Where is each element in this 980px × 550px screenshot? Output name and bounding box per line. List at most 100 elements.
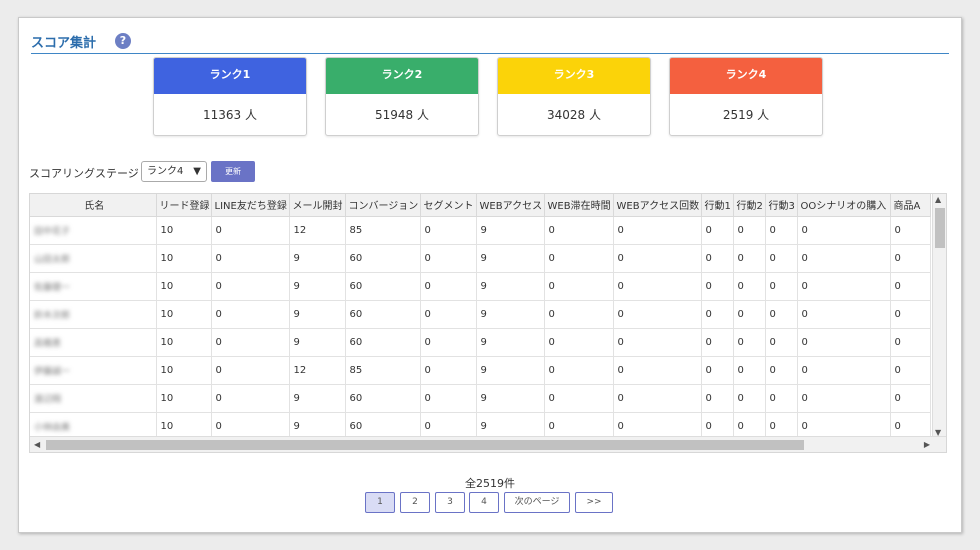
column-header[interactable]: OOシナリオの購入 (797, 194, 891, 217)
score-cell: 0 (613, 244, 702, 273)
column-header[interactable]: コンバージョン (345, 194, 421, 217)
table-row[interactable]: 渡辺翔 10 0 9 60 0 9 0 0 0 0 0 0 0 (30, 384, 931, 413)
score-cell: 12 (289, 356, 346, 385)
customer-name-cell: 伊藤誠一 (30, 356, 157, 385)
column-header[interactable]: 商品A (890, 194, 931, 217)
score-cell: 10 (156, 356, 212, 385)
score-cell: 9 (476, 384, 545, 413)
rank-card-1: ランク1 11363 人 (153, 57, 307, 136)
score-cell: 0 (544, 244, 614, 273)
vertical-scrollbar[interactable]: ▲ ▼ (932, 194, 946, 438)
scroll-left-icon[interactable]: ◀ (34, 440, 40, 449)
score-cell: 0 (544, 216, 614, 245)
score-cell: 9 (289, 272, 346, 301)
score-cell: 60 (345, 328, 421, 357)
score-cell: 0 (701, 384, 734, 413)
score-cell: 0 (613, 300, 702, 329)
score-cell: 0 (420, 384, 477, 413)
score-cell: 10 (156, 272, 212, 301)
next-page-button[interactable]: 次のページ (504, 492, 570, 513)
help-icon[interactable]: ? (115, 33, 131, 49)
chevron-down-icon: ▼ (193, 166, 201, 177)
score-cell: 9 (476, 300, 545, 329)
rank-card-value: 11363 人 (203, 108, 257, 122)
page-button-4[interactable]: 4 (469, 492, 499, 513)
score-cell: 0 (733, 300, 766, 329)
customer-name-cell: 山田太郎 (30, 244, 157, 273)
score-cell: 0 (211, 384, 290, 413)
score-cell: 0 (733, 384, 766, 413)
column-header[interactable]: WEB滞在時間 (544, 194, 614, 217)
score-cell: 0 (890, 328, 931, 357)
rank-card-header: ランク1 (154, 58, 306, 94)
table-row[interactable]: 高橋恵 10 0 9 60 0 9 0 0 0 0 0 0 0 (30, 328, 931, 357)
horizontal-scroll-thumb[interactable] (46, 440, 804, 450)
column-header[interactable]: WEBアクセス回数 (613, 194, 702, 217)
update-button[interactable]: 更新 (211, 161, 255, 182)
score-cell: 0 (890, 384, 931, 413)
score-cell: 0 (211, 356, 290, 385)
score-cell: 0 (544, 384, 614, 413)
rank-card-header: ランク3 (498, 58, 650, 94)
column-header[interactable]: 氏名 (30, 194, 157, 217)
score-cell: 60 (345, 300, 421, 329)
score-cell: 0 (211, 216, 290, 245)
score-cell: 10 (156, 300, 212, 329)
score-cell: 0 (890, 216, 931, 245)
scoring-stage-selected: ランク4 (147, 166, 184, 177)
rank-card-value: 51948 人 (375, 108, 429, 122)
column-header[interactable]: LINE友だち登録 (211, 194, 290, 217)
table-row[interactable]: 佐藤健一 10 0 9 60 0 9 0 0 0 0 0 0 0 (30, 272, 931, 301)
page-button-2[interactable]: 2 (400, 492, 430, 513)
score-cell: 0 (211, 328, 290, 357)
score-cell: 0 (613, 328, 702, 357)
score-cell: 0 (733, 328, 766, 357)
column-header[interactable]: 行動3 (765, 194, 798, 217)
scroll-right-icon[interactable]: ▶ (924, 440, 930, 449)
column-header[interactable]: 行動2 (733, 194, 766, 217)
table-row[interactable]: 田中花子 10 0 12 85 0 9 0 0 0 0 0 0 0 (30, 216, 931, 245)
page-button-3[interactable]: 3 (435, 492, 465, 513)
score-cell: 60 (345, 384, 421, 413)
table-row[interactable]: 伊藤誠一 10 0 12 85 0 9 0 0 0 0 0 0 0 (30, 356, 931, 385)
score-cell: 10 (156, 244, 212, 273)
scoring-stage-select[interactable]: ランク4 ▼ (141, 161, 207, 182)
horizontal-scrollbar[interactable]: ◀ ▶ (30, 436, 946, 452)
score-cell: 0 (765, 384, 798, 413)
score-cell: 60 (345, 272, 421, 301)
score-cell: 0 (765, 356, 798, 385)
scoring-stage-label: スコアリングステージ (29, 167, 139, 180)
score-cell: 10 (156, 216, 212, 245)
score-cell: 0 (765, 300, 798, 329)
score-cell: 0 (701, 216, 734, 245)
score-cell: 0 (420, 272, 477, 301)
score-cell: 0 (613, 356, 702, 385)
score-cell: 0 (797, 244, 891, 273)
column-header[interactable]: メール開封 (289, 194, 346, 217)
table-row[interactable]: 山田太郎 10 0 9 60 0 9 0 0 0 0 0 0 0 (30, 244, 931, 273)
page-button-1[interactable]: 1 (365, 492, 395, 513)
customer-name-cell: 高橋恵 (30, 328, 157, 357)
score-cell: 0 (733, 272, 766, 301)
scroll-up-icon[interactable]: ▲ (935, 195, 941, 204)
score-cell: 9 (289, 384, 346, 413)
column-header[interactable]: 行動1 (701, 194, 734, 217)
rank-card-4: ランク4 2519 人 (669, 57, 823, 136)
column-header[interactable]: リード登録 (156, 194, 212, 217)
score-cell: 0 (797, 384, 891, 413)
column-header[interactable]: セグメント (420, 194, 477, 217)
table-header-row: 氏名 リード登録 LINE友だち登録 メール開封 コンバージョン セグメント WEBアクセス… (30, 194, 931, 217)
rank-card-value: 34028 人 (547, 108, 601, 122)
rank-card-header: ランク4 (670, 58, 822, 94)
column-header[interactable]: WEBアクセス (476, 194, 545, 217)
score-cell: 0 (613, 272, 702, 301)
score-cell: 0 (733, 216, 766, 245)
score-cell: 0 (701, 244, 734, 273)
table-row[interactable]: 鈴木次郎 10 0 9 60 0 9 0 0 0 0 0 0 0 (30, 300, 931, 329)
last-page-button[interactable]: >> (575, 492, 613, 513)
score-cell: 9 (476, 244, 545, 273)
score-cell: 0 (797, 328, 891, 357)
score-cell: 0 (890, 272, 931, 301)
rank-card-header: ランク2 (326, 58, 478, 94)
vertical-scroll-thumb[interactable] (935, 208, 945, 248)
